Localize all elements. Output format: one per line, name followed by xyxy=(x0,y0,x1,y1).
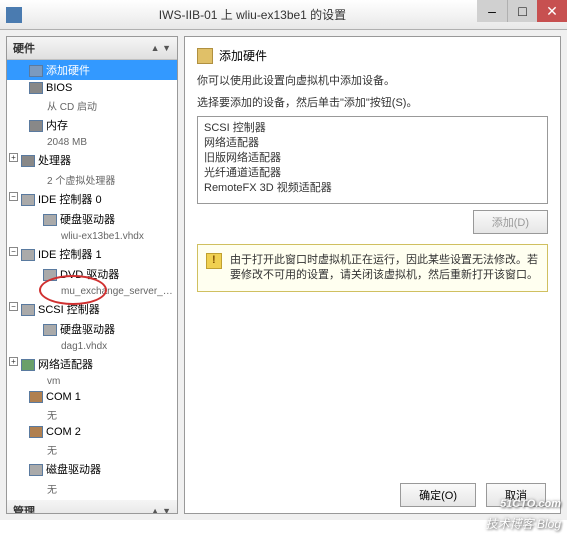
panel-title-row: 添加硬件 xyxy=(197,47,548,64)
collapse-icon[interactable]: − xyxy=(9,247,18,256)
add-row: 添加(D) xyxy=(197,210,548,234)
tree-com1-sub: 无 xyxy=(7,405,177,424)
app-icon xyxy=(6,7,22,23)
dvd-icon xyxy=(43,269,57,281)
maximize-button[interactable]: □ xyxy=(507,0,537,22)
tree-ide0-disk-sub: wliu-ex13be1.vhdx xyxy=(7,229,177,244)
hardware-listbox[interactable]: SCSI 控制器 网络适配器 旧版网络适配器 光纤通道适配器 RemoteFX … xyxy=(197,116,548,204)
tree-ide1-dvd[interactable]: DVD 驱动器 xyxy=(7,264,177,284)
minimize-button[interactable]: – xyxy=(477,0,507,22)
tree-bios[interactable]: BIOS xyxy=(7,80,177,96)
list-item[interactable]: 光纤通道适配器 xyxy=(204,166,541,181)
warning-icon xyxy=(206,253,222,269)
management-label: 管理 xyxy=(13,503,35,513)
add-hardware-icon xyxy=(29,65,43,77)
settings-tree[interactable]: 添加硬件 BIOS 从 CD 启动 内存 2048 MB +处理器 2 个虚拟处… xyxy=(7,60,177,513)
expand-icon[interactable]: + xyxy=(9,357,18,366)
chevron-icon: ▲ ▼ xyxy=(151,506,171,513)
dialog-body: 硬件 ▲ ▼ 添加硬件 BIOS 从 CD 启动 内存 2048 MB +处理器… xyxy=(0,30,567,520)
tree-scsi[interactable]: −SCSI 控制器 xyxy=(7,299,177,319)
management-section-header[interactable]: 管理 ▲ ▼ xyxy=(7,500,177,513)
tree-com2-sub: 无 xyxy=(7,440,177,459)
bios-icon xyxy=(29,82,43,94)
tree-scsi-disk-sub: dag1.vhdx xyxy=(7,339,177,354)
com-icon xyxy=(29,391,43,403)
tree-net-sub: vm xyxy=(7,374,177,389)
tree-com2[interactable]: COM 2 xyxy=(7,424,177,440)
warning-text: 由于打开此窗口时虚拟机正在运行，因此某些设置无法修改。若要修改不可用的设置，请关… xyxy=(230,253,539,283)
collapse-icon[interactable]: − xyxy=(9,192,18,201)
cpu-icon xyxy=(21,155,35,167)
hardware-section-header[interactable]: 硬件 ▲ ▼ xyxy=(7,37,177,60)
tree-add-hardware[interactable]: 添加硬件 xyxy=(7,60,177,80)
add-button[interactable]: 添加(D) xyxy=(473,210,548,234)
tree-floppy-sub: 无 xyxy=(7,479,177,498)
hardware-label: 硬件 xyxy=(13,40,35,56)
panel-desc-2: 选择要添加的设备，然后单击"添加"按钮(S)。 xyxy=(197,94,548,110)
chevron-icon: ▲ ▼ xyxy=(151,43,171,53)
controller-icon xyxy=(21,249,35,261)
tree-floppy[interactable]: 磁盘驱动器 xyxy=(7,459,177,479)
cancel-button[interactable]: 取消 xyxy=(486,483,546,507)
tree-memory-sub: 2048 MB xyxy=(7,135,177,150)
collapse-icon[interactable]: − xyxy=(9,302,18,311)
dialog-footer: 确定(O) 取消 xyxy=(400,483,546,507)
panel-desc-1: 你可以使用此设置向虚拟机中添加设备。 xyxy=(197,72,548,88)
memory-icon xyxy=(29,120,43,132)
list-item[interactable]: 网络适配器 xyxy=(204,136,541,151)
tree-scsi-disk[interactable]: 硬盘驱动器 xyxy=(7,319,177,339)
tree-cpu[interactable]: +处理器 xyxy=(7,150,177,170)
ok-button[interactable]: 确定(O) xyxy=(400,483,476,507)
add-hardware-icon xyxy=(197,48,213,64)
com-icon xyxy=(29,426,43,438)
list-item[interactable]: 旧版网络适配器 xyxy=(204,151,541,166)
floppy-icon xyxy=(29,464,43,476)
panel-title: 添加硬件 xyxy=(219,47,267,64)
network-icon xyxy=(21,359,35,371)
expand-icon[interactable]: + xyxy=(9,153,18,162)
tree-memory[interactable]: 内存 xyxy=(7,115,177,135)
close-button[interactable]: ✕ xyxy=(537,0,567,22)
controller-icon xyxy=(21,304,35,316)
right-panel: 添加硬件 你可以使用此设置向虚拟机中添加设备。 选择要添加的设备，然后单击"添加… xyxy=(184,36,561,514)
tree-ide1-dvd-sub: mu_exchange_server_201... xyxy=(7,284,177,299)
tree-bios-sub: 从 CD 启动 xyxy=(7,96,177,115)
tree-ide0[interactable]: −IDE 控制器 0 xyxy=(7,189,177,209)
tree-net[interactable]: +网络适配器 xyxy=(7,354,177,374)
list-item[interactable]: RemoteFX 3D 视频适配器 xyxy=(204,181,541,196)
tree-ide1[interactable]: −IDE 控制器 1 xyxy=(7,244,177,264)
tree-com1[interactable]: COM 1 xyxy=(7,389,177,405)
controller-icon xyxy=(21,194,35,206)
list-item[interactable]: SCSI 控制器 xyxy=(204,121,541,136)
tree-cpu-sub: 2 个虚拟处理器 xyxy=(7,170,177,189)
warning-box: 由于打开此窗口时虚拟机正在运行，因此某些设置无法修改。若要修改不可用的设置，请关… xyxy=(197,244,548,292)
titlebar: IWS-IIB-01 上 wliu-ex13be1 的设置 – □ ✕ xyxy=(0,0,567,30)
disk-icon xyxy=(43,324,57,336)
disk-icon xyxy=(43,214,57,226)
left-panel: 硬件 ▲ ▼ 添加硬件 BIOS 从 CD 启动 内存 2048 MB +处理器… xyxy=(6,36,178,514)
window-title: IWS-IIB-01 上 wliu-ex13be1 的设置 xyxy=(28,6,477,23)
window-controls: – □ ✕ xyxy=(477,0,567,29)
tree-ide0-disk[interactable]: 硬盘驱动器 xyxy=(7,209,177,229)
